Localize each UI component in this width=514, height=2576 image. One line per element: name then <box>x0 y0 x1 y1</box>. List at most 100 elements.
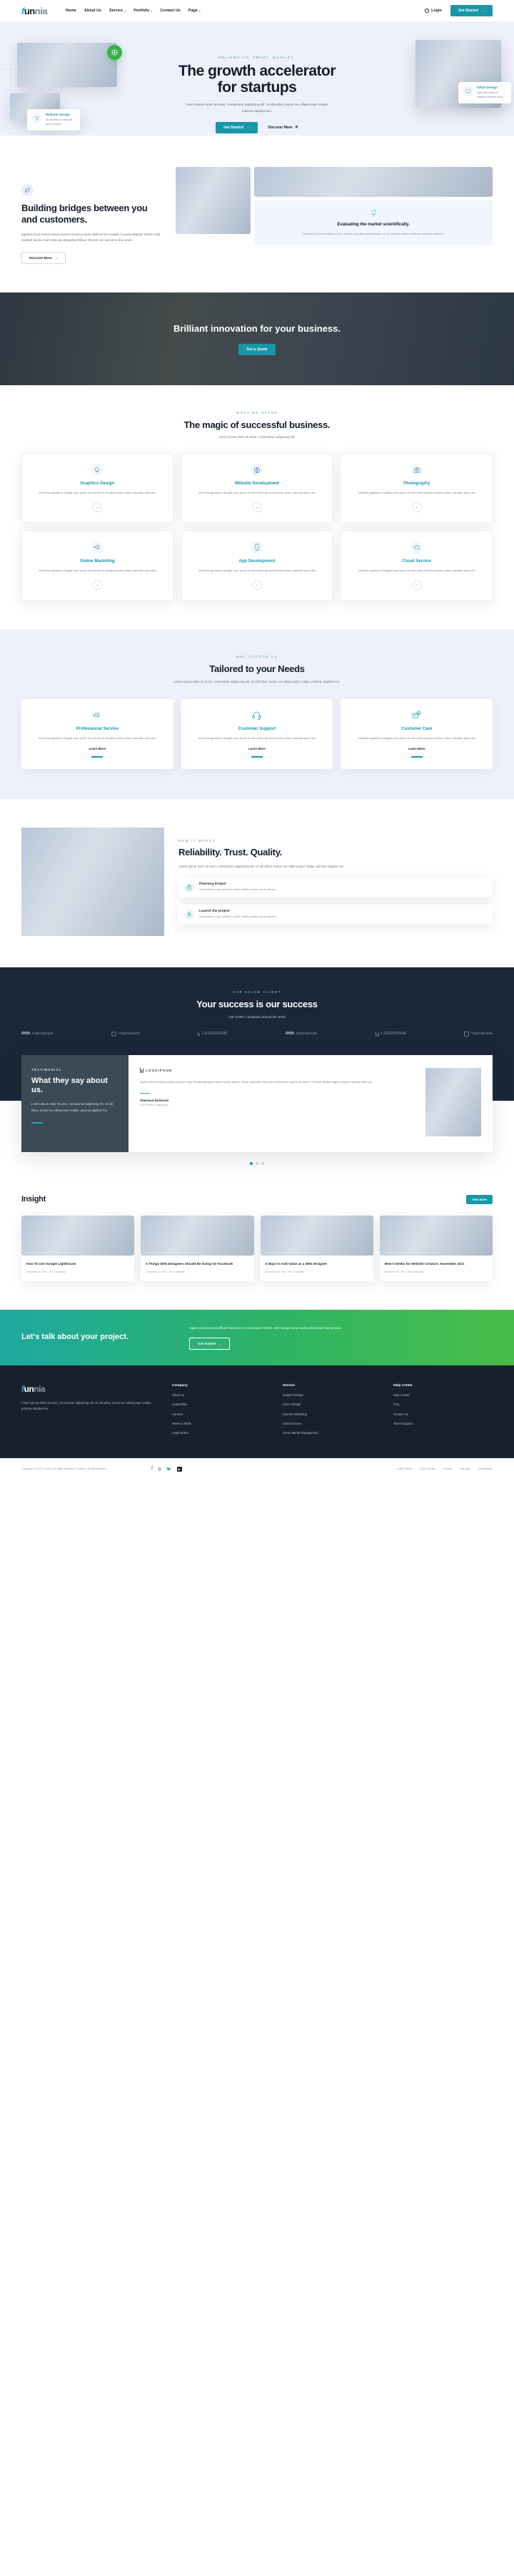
client-logo-label: LOGOIPSUM <box>202 1032 228 1037</box>
footer-link[interactable]: Cloud Service <box>283 1422 382 1426</box>
arrow-right-icon[interactable]: → <box>251 502 262 512</box>
facebook-icon[interactable]: f <box>151 1467 153 1472</box>
service-card[interactable]: App Development Vehicula egestas si feug… <box>181 530 333 601</box>
blog-card[interactable]: How To Use Google Lighthouse December 20… <box>21 1215 135 1282</box>
get-started-button[interactable]: Get Started → <box>450 5 493 16</box>
step-desc: Nulla parturi turpis posuere ornare matt… <box>199 915 276 918</box>
blog-card[interactable]: 5 Things Web Designers Should Be Doing O… <box>141 1215 254 1282</box>
blog-body: 5 Things Web Designers Should Be Doing O… <box>141 1256 253 1281</box>
footer-link[interactable]: UI/UX Design <box>283 1402 382 1407</box>
hero-get-started-button[interactable]: Get Started → <box>216 122 258 134</box>
footer-link[interactable]: Contact Us <box>393 1412 493 1417</box>
testimonial-role: Co-Founder Logoipsum <box>140 1104 168 1107</box>
nav-item-page[interactable]: Page ▾ <box>188 9 201 13</box>
footer-link[interactable]: Legal Notice <box>172 1431 271 1435</box>
nav-item-contact[interactable]: Contact Us <box>160 9 180 13</box>
get-a-quote-button[interactable]: Get a Quote <box>238 343 276 355</box>
hero-discover-more-link[interactable]: Discover More ⇱ <box>268 126 298 130</box>
hero-description: Lorem ipsum dolor sit amet, consectetur … <box>185 103 329 113</box>
arrow-right-icon[interactable]: → <box>411 502 422 512</box>
footer-link[interactable]: Graphic Design <box>283 1393 382 1398</box>
step-desc: Nulla parturi turpis posuere ornare matt… <box>199 887 276 891</box>
client-logo-label: logoipsum <box>32 1032 54 1037</box>
view-more-button[interactable]: View more <box>466 1194 493 1204</box>
arrow-right-icon[interactable]: → <box>411 579 422 590</box>
footer-link[interactable]: About Us <box>172 1393 271 1398</box>
need-title: Professional Service <box>76 726 119 731</box>
need-title: Customer Care <box>401 726 433 731</box>
nav-item-portfolio[interactable]: Portfolio ▾ <box>133 9 152 13</box>
banner-button-label: Get a Quote <box>246 347 268 352</box>
step-card[interactable]: Launch the project Nulla parturi turpis … <box>178 904 493 925</box>
footer-link[interactable]: Help Center <box>393 1393 493 1398</box>
service-card[interactable]: Cloud Service Vehicula egestas si feugia… <box>341 530 493 601</box>
carousel-dots[interactable] <box>0 1161 514 1165</box>
needs-title: Tailored to your Needs <box>209 663 305 674</box>
testimonial-left: TESTIMONIAL What they say about us. Lore… <box>21 1054 128 1152</box>
brand-logo[interactable]: f un nia <box>21 5 48 16</box>
footer-link[interactable]: Careers <box>172 1412 271 1417</box>
footer-logo[interactable]: funnia <box>21 1384 161 1394</box>
need-desc: Vehicula egestas si feugiat nunc proin v… <box>198 735 316 740</box>
bridges-col-left <box>176 167 251 245</box>
hero-card-website-design[interactable]: Website design Ac ad libero torquent ant… <box>27 109 80 131</box>
nav-item-home[interactable]: Home <box>66 9 76 13</box>
testimonial-eyebrow: TESTIMONIAL <box>31 1067 62 1071</box>
footer-link[interactable]: Leadership <box>172 1402 271 1407</box>
hero-section: RELIABILITY. TRUST. QUALITY. The growth … <box>0 21 514 136</box>
legal-link[interactable]: Accessibility <box>478 1467 493 1470</box>
clipboard-icon <box>184 882 194 892</box>
instagram-icon[interactable]: ◎ <box>158 1467 161 1472</box>
need-learn-more-link[interactable]: Learn More <box>89 747 106 750</box>
brand-logo-nia: nia <box>34 5 48 16</box>
service-title: Website Development <box>234 482 280 487</box>
nav-item-about[interactable]: About Us <box>84 9 101 13</box>
need-card[interactable]: Professional Service Vehicula egestas si… <box>21 698 173 769</box>
cta-get-started-button[interactable]: Get Started → <box>189 1338 231 1350</box>
carousel-dot-1[interactable] <box>250 1161 253 1165</box>
bridges-discover-button[interactable]: Discover More → <box>21 252 66 265</box>
need-card[interactable]: Customer Support Vehicula egestas si feu… <box>181 698 333 769</box>
footer-link[interactable]: News & Article <box>172 1422 271 1426</box>
blog-image <box>21 1215 135 1256</box>
client-logo: logoipsum <box>21 1032 54 1036</box>
step-title: Planning Project <box>199 882 226 886</box>
service-card[interactable]: Photography Vehicula egestas si feugiat … <box>341 453 493 523</box>
blog-image <box>379 1215 493 1256</box>
success-section: OUR VALUE CLIENT Your success is our suc… <box>0 967 514 1055</box>
hero-card-uiux[interactable]: UI/UX Design Arcu litora lectus inceptos… <box>458 82 511 103</box>
footer-logo-nia: nia <box>34 1384 46 1395</box>
legal-link[interactable]: Trust Center <box>420 1467 435 1470</box>
arrow-right-icon[interactable]: → <box>92 502 103 512</box>
nav-item-service[interactable]: Service ▾ <box>109 9 126 13</box>
service-title: App Development <box>238 559 276 564</box>
service-card[interactable]: Graphics Design Vehicula egestas si feug… <box>21 453 173 523</box>
legal-link[interactable]: Sitemap <box>460 1467 470 1470</box>
need-card[interactable]: Customer Care Vehicula egestas si feugia… <box>341 698 493 769</box>
footer-link[interactable]: Internet Marketing <box>283 1412 382 1417</box>
twitter-icon[interactable]: 🐦 <box>166 1467 171 1472</box>
footer-link[interactable]: Ticket Support <box>393 1422 493 1426</box>
legal-link[interactable]: Legal Center <box>397 1467 413 1470</box>
need-learn-more-link[interactable]: Learn More <box>408 747 425 750</box>
footer-link[interactable]: Social Media Management <box>283 1431 382 1435</box>
reliability-image-couple <box>21 827 164 936</box>
footer-link[interactable]: FAQ <box>393 1402 493 1407</box>
legal-link[interactable]: Privacy <box>443 1467 452 1470</box>
evaluating-card: Evaluating the market scientifically. Pl… <box>254 200 493 245</box>
step-card[interactable]: Planning Project Nulla parturi turpis po… <box>178 877 493 897</box>
carousel-dot-2[interactable] <box>256 1161 258 1165</box>
service-card[interactable]: Website Development Vehicula egestas si … <box>181 453 333 523</box>
arrow-right-icon[interactable]: → <box>251 579 262 590</box>
blog-card[interactable]: Best 5 Desks for Website Creators: Novem… <box>379 1215 493 1282</box>
need-learn-more-link[interactable]: Learn More <box>248 747 266 750</box>
blog-card[interactable]: 5 Ways to Add Value as a Web Designer De… <box>260 1215 373 1282</box>
login-button[interactable]: Login <box>425 9 442 13</box>
youtube-icon[interactable]: ▶ <box>176 1466 182 1472</box>
pen-tool-icon <box>31 113 42 123</box>
service-card[interactable]: Online Marketing Vehicula egestas si feu… <box>21 530 173 601</box>
testimonial-right: LOGOIPSUM Quam nisi himenaeos tellus pos… <box>128 1054 493 1152</box>
carousel-dot-3[interactable] <box>261 1161 264 1165</box>
arrow-right-icon[interactable]: → <box>92 579 103 590</box>
need-desc: Vehicula egestas si feugiat nunc proin v… <box>39 735 156 740</box>
